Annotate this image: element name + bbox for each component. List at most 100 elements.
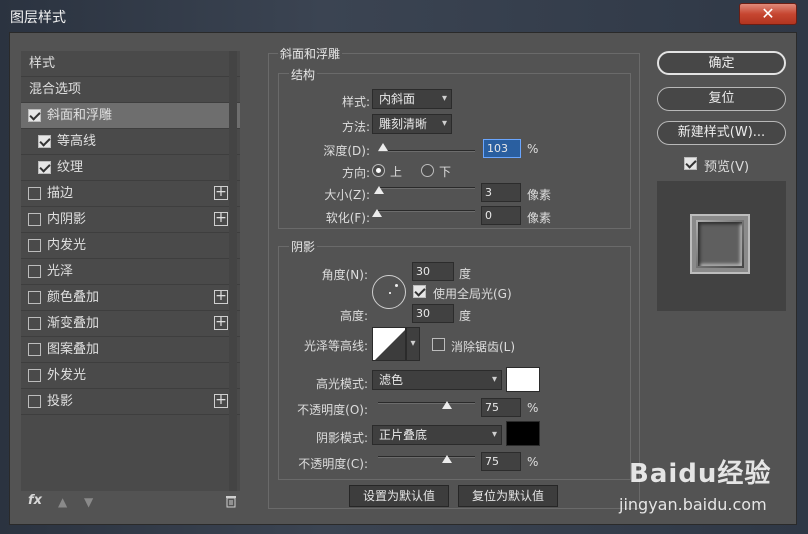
shadow-mode-label: 阴影模式: bbox=[315, 431, 368, 445]
style-item[interactable]: 光泽 bbox=[21, 259, 240, 285]
style-item[interactable]: 纹理 bbox=[21, 155, 240, 181]
move-down-icon[interactable]: ▼ bbox=[84, 495, 93, 509]
style-item-label: 渐变叠加 bbox=[47, 316, 100, 331]
style-item-checkbox[interactable] bbox=[28, 369, 41, 382]
add-icon[interactable]: + bbox=[214, 289, 228, 304]
highlight-opacity-thumb[interactable] bbox=[442, 401, 452, 409]
style-item[interactable]: 颜色叠加 + bbox=[21, 285, 240, 311]
global-light-checkbox[interactable] bbox=[413, 285, 426, 298]
style-item[interactable]: 外发光 bbox=[21, 363, 240, 389]
direction-down-radio[interactable] bbox=[421, 164, 434, 177]
angle-label: 角度(N): bbox=[321, 268, 368, 282]
depth-slider[interactable] bbox=[378, 150, 475, 152]
gloss-contour-preview[interactable] bbox=[372, 327, 406, 361]
move-up-icon[interactable]: ▲ bbox=[58, 495, 67, 509]
soften-slider-thumb[interactable] bbox=[372, 209, 382, 217]
depth-input[interactable]: 103 bbox=[483, 139, 521, 158]
highlight-mode-label: 高光模式: bbox=[315, 377, 368, 391]
style-item-checkbox[interactable] bbox=[28, 213, 41, 226]
chevron-down-icon: ▾ bbox=[491, 374, 497, 385]
style-item[interactable]: 描边 + bbox=[21, 181, 240, 207]
soften-input[interactable]: 0 bbox=[481, 206, 521, 225]
technique-label: 方法: bbox=[341, 120, 370, 134]
baidu-watermark: Baidu经验 jingyan.baidu.com bbox=[619, 445, 799, 525]
style-item-checkbox[interactable] bbox=[28, 239, 41, 252]
style-item-label: 颜色叠加 bbox=[47, 290, 100, 305]
style-label: 样式: bbox=[341, 95, 370, 109]
style-item-label: 等高线 bbox=[57, 134, 97, 149]
chevron-down-icon: ▾ bbox=[491, 429, 497, 440]
highlight-opacity-unit: % bbox=[527, 401, 539, 415]
style-item-label: 描边 bbox=[47, 186, 74, 201]
styles-list: 样式 混合选项 斜面和浮雕 等高线 纹理 描边 + 内阴影 + 内发光 光泽 颜色叠加 + 渐变叠加 +… bbox=[21, 51, 240, 491]
reset-button[interactable]: 复位 bbox=[657, 87, 786, 111]
technique-dropdown-value: 雕刻清晰 bbox=[379, 117, 428, 131]
size-slider[interactable] bbox=[378, 187, 475, 189]
style-item-label: 外发光 bbox=[47, 368, 87, 383]
style-dropdown[interactable]: 内斜面 ▾ bbox=[372, 89, 452, 109]
style-item[interactable]: 渐变叠加 + bbox=[21, 311, 240, 337]
style-item-checkbox[interactable] bbox=[28, 395, 41, 408]
antialias-checkbox[interactable] bbox=[432, 338, 445, 351]
style-item-label: 投影 bbox=[47, 394, 74, 409]
depth-label: 深度(D): bbox=[323, 144, 370, 158]
style-item[interactable]: 内阴影 + bbox=[21, 207, 240, 233]
add-icon[interactable]: + bbox=[214, 393, 228, 408]
fx-menu-button[interactable]: fx bbox=[28, 493, 42, 508]
add-icon[interactable]: + bbox=[214, 185, 228, 200]
soften-unit: 像素 bbox=[527, 211, 552, 225]
style-item[interactable]: 等高线 bbox=[21, 129, 240, 155]
style-item-checkbox[interactable] bbox=[38, 135, 51, 148]
size-label: 大小(Z): bbox=[324, 188, 370, 202]
style-item-checkbox[interactable] bbox=[38, 161, 51, 174]
direction-up-radio[interactable] bbox=[372, 164, 385, 177]
depth-slider-thumb[interactable] bbox=[378, 143, 388, 151]
ok-button[interactable]: 确定 bbox=[657, 51, 786, 75]
blending-options-item[interactable]: 混合选项 bbox=[21, 77, 240, 103]
global-light-label: 使用全局光(G) bbox=[433, 287, 512, 301]
style-item[interactable]: 内发光 bbox=[21, 233, 240, 259]
new-style-button[interactable]: 新建样式(W)... bbox=[657, 121, 786, 145]
size-input[interactable]: 3 bbox=[481, 183, 521, 202]
styles-scrollbar[interactable] bbox=[229, 51, 237, 491]
altitude-input[interactable]: 30 bbox=[412, 304, 454, 323]
style-item-checkbox[interactable] bbox=[28, 291, 41, 304]
blending-options-label: 混合选项 bbox=[29, 82, 82, 97]
shadow-opacity-slider[interactable] bbox=[378, 456, 475, 458]
style-item[interactable]: 图案叠加 bbox=[21, 337, 240, 363]
preview-checkbox[interactable] bbox=[684, 157, 697, 170]
angle-input[interactable]: 30 bbox=[412, 262, 454, 281]
angle-unit: 度 bbox=[459, 267, 472, 281]
shadow-opacity-thumb[interactable] bbox=[442, 455, 452, 463]
styles-header[interactable]: 样式 bbox=[21, 51, 240, 77]
highlight-opacity-input[interactable]: 75 bbox=[481, 398, 521, 417]
style-item[interactable]: 斜面和浮雕 bbox=[21, 103, 240, 129]
trash-icon[interactable] bbox=[225, 495, 237, 512]
make-default-button[interactable]: 设置为默认值 bbox=[349, 485, 449, 507]
altitude-label: 高度: bbox=[339, 309, 368, 323]
highlight-opacity-slider[interactable] bbox=[378, 402, 475, 404]
style-item-checkbox[interactable] bbox=[28, 265, 41, 278]
size-slider-thumb[interactable] bbox=[374, 186, 384, 194]
antialias-label: 消除锯齿(L) bbox=[451, 340, 516, 354]
style-item-checkbox[interactable] bbox=[28, 317, 41, 330]
style-item-checkbox[interactable] bbox=[28, 187, 41, 200]
style-item-checkbox[interactable] bbox=[28, 343, 41, 356]
add-icon[interactable]: + bbox=[214, 315, 228, 330]
soften-slider[interactable] bbox=[378, 210, 475, 212]
add-icon[interactable]: + bbox=[214, 211, 228, 226]
shadow-opacity-unit: % bbox=[527, 455, 539, 469]
highlight-color-swatch[interactable] bbox=[506, 367, 540, 392]
style-item-label: 内发光 bbox=[47, 238, 87, 253]
style-item[interactable]: 投影 + bbox=[21, 389, 240, 415]
angle-dial[interactable] bbox=[372, 275, 406, 309]
style-item-checkbox[interactable] bbox=[28, 109, 41, 122]
technique-dropdown[interactable]: 雕刻清晰 ▾ bbox=[372, 114, 452, 134]
shadow-color-swatch[interactable] bbox=[506, 421, 540, 446]
highlight-mode-dropdown[interactable]: 滤色 ▾ bbox=[372, 370, 502, 390]
close-button[interactable]: ✕ bbox=[739, 3, 797, 25]
shadow-opacity-input[interactable]: 75 bbox=[481, 452, 521, 471]
shadow-mode-dropdown[interactable]: 正片叠底 ▾ bbox=[372, 425, 502, 445]
chevron-down-icon[interactable]: ▾ bbox=[406, 327, 420, 361]
reset-default-button[interactable]: 复位为默认值 bbox=[458, 485, 558, 507]
